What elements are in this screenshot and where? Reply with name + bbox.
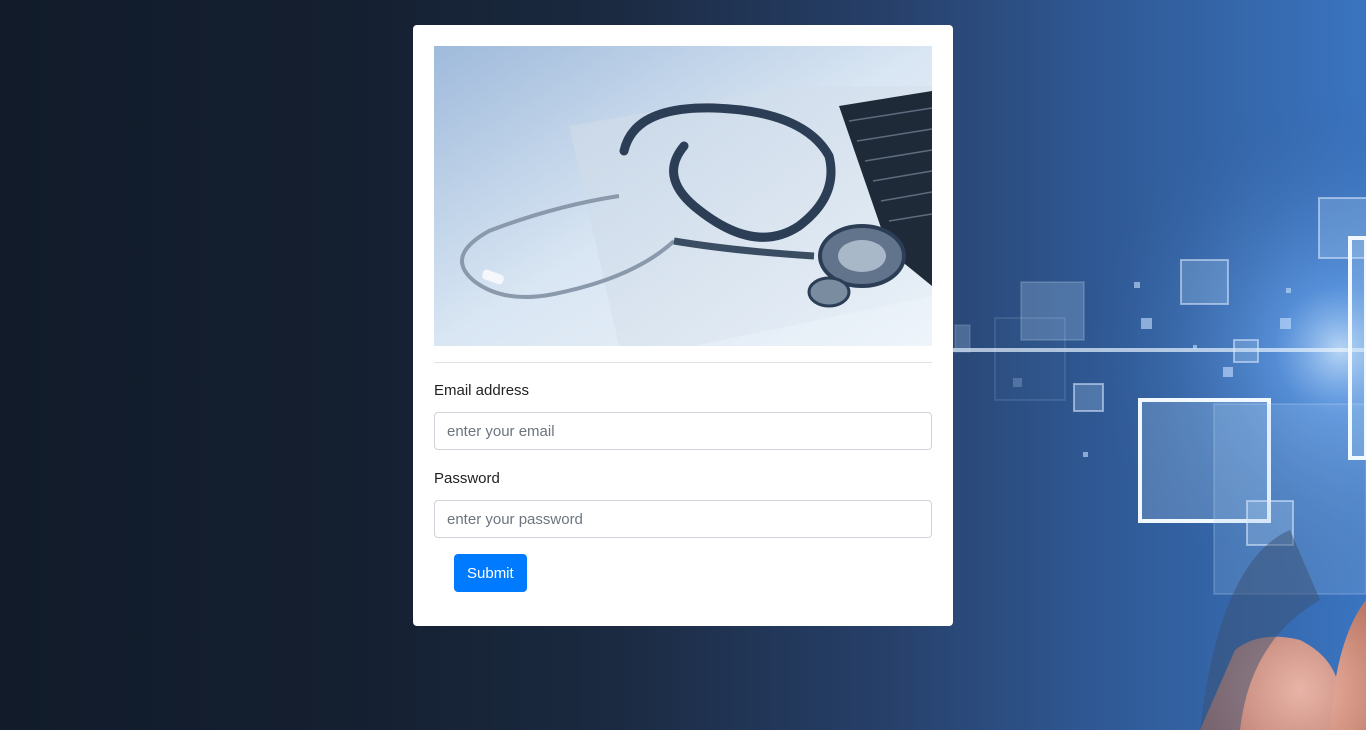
password-input[interactable]	[434, 500, 932, 538]
password-label: Password	[434, 470, 500, 487]
login-card: Email address Password Submit	[413, 25, 953, 626]
email-input[interactable]	[434, 412, 932, 450]
submit-button[interactable]: Submit	[454, 554, 527, 592]
email-group: Email address	[434, 382, 932, 450]
email-label: Email address	[434, 382, 530, 399]
login-form: Email address Password Submit	[434, 382, 932, 592]
password-group: Password	[434, 470, 932, 538]
divider	[434, 362, 932, 363]
hero-image-stethoscope-laptop	[434, 46, 932, 346]
login-page: Email address Password Submit	[0, 0, 1366, 730]
